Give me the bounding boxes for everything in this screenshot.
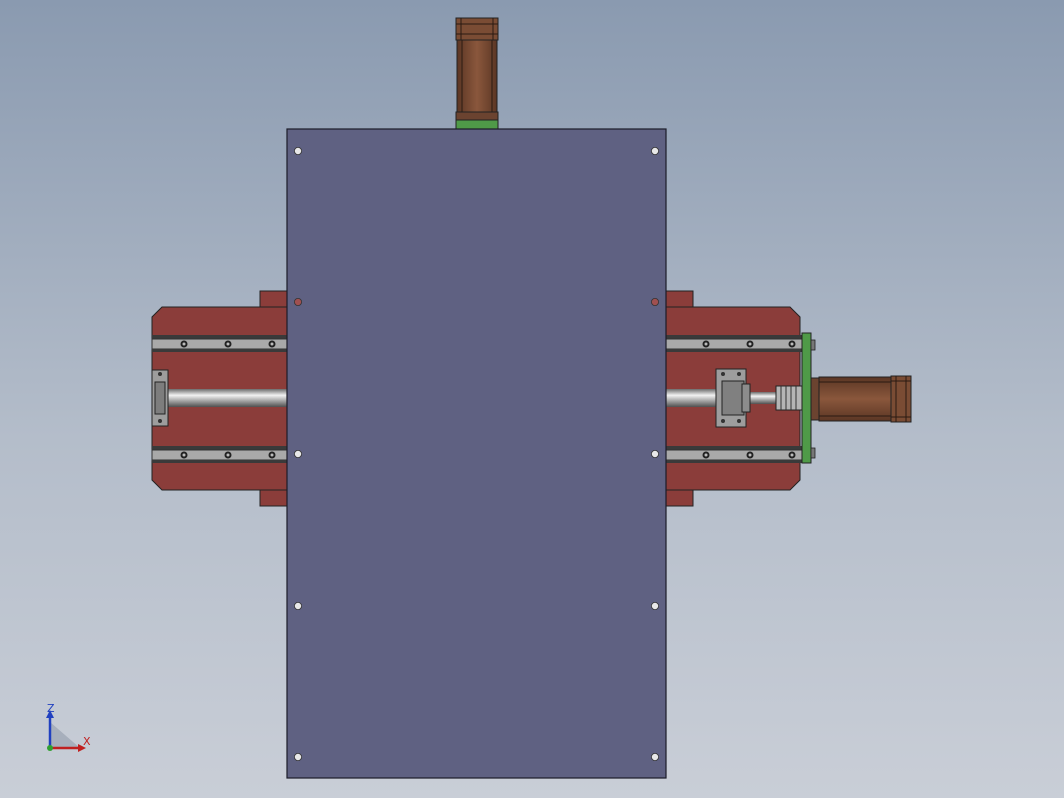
left-linear-module — [151, 290, 291, 507]
cad-viewport[interactable]: Z X — [0, 0, 1064, 798]
right-lower-rail — [665, 449, 803, 461]
z-axis-label: Z — [47, 702, 55, 715]
right-ball-screw — [666, 389, 720, 407]
y-axis-dot — [47, 745, 53, 751]
x-axis-servo-motor — [810, 375, 912, 423]
orientation-triad: Z X — [46, 702, 91, 752]
shaft-coupling — [775, 385, 803, 411]
worktable-plate[interactable] — [286, 128, 667, 779]
x-axis-label: X — [83, 735, 91, 748]
y-axis-servo-motor — [455, 17, 499, 130]
right-upper-rail — [665, 338, 803, 350]
right-linear-module — [665, 290, 912, 507]
cad-model-view[interactable]: Z X — [0, 0, 1064, 798]
left-ball-screw — [166, 389, 290, 407]
top-motor-flange — [455, 119, 499, 130]
motor-mount-plate — [801, 332, 812, 464]
